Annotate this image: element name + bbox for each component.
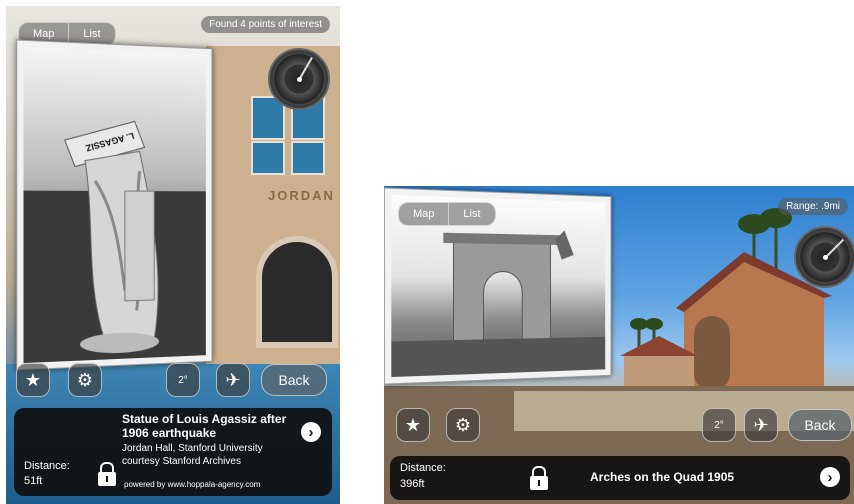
back-button[interactable]: Back <box>261 364 327 396</box>
range-button[interactable]: 2° <box>166 363 200 397</box>
building-window <box>291 141 325 175</box>
distance-label: Distance: <box>24 460 70 472</box>
poi-info-panel[interactable]: Statue of Louis Agassiz after 1906 earth… <box>14 408 332 496</box>
building-inscription: JORDAN <box>268 188 335 203</box>
distance-label: Distance: <box>400 462 446 474</box>
range-button[interactable]: 2° <box>702 408 736 442</box>
star-icon: ★ <box>24 369 42 390</box>
poi-detail-line-2: courtesy Stanford Archives <box>122 456 241 467</box>
settings-button[interactable]: ⚙ <box>446 408 480 442</box>
bird-button[interactable]: ✈ <box>216 363 250 397</box>
poi-detail-line-1: Jordan Hall, Stanford University <box>122 443 263 454</box>
chevron-right-icon[interactable]: › <box>820 467 840 487</box>
favorite-button[interactable]: ★ <box>16 363 50 397</box>
tab-map[interactable]: Map <box>399 203 448 225</box>
poi-photo-image: L. AGASSIZ <box>23 46 206 364</box>
status-label: Found 4 points of interest <box>201 16 330 33</box>
gear-icon: ⚙ <box>76 369 94 390</box>
unlock-icon[interactable] <box>530 466 548 490</box>
building-arch <box>256 236 338 348</box>
footer-credit: powered by www.hoppala-agency.com <box>124 480 261 489</box>
statue-illustration <box>23 47 206 364</box>
star-icon: ★ <box>404 414 422 435</box>
unlock-icon[interactable] <box>98 462 116 486</box>
bird-button[interactable]: ✈ <box>744 408 778 442</box>
poi-title: Statue of Louis Agassiz after 1906 earth… <box>122 412 287 440</box>
poi-photo-card[interactable]: L. AGASSIZ <box>16 39 213 371</box>
chevron-right-icon[interactable]: › <box>301 422 321 442</box>
range-label: 2° <box>714 419 724 431</box>
gear-icon: ⚙ <box>454 414 472 435</box>
bird-icon: ✈ <box>225 369 241 390</box>
settings-button[interactable]: ⚙ <box>68 363 102 397</box>
distance-value: 51ft <box>24 475 43 487</box>
back-button[interactable]: Back <box>788 409 852 441</box>
radar-icon[interactable] <box>268 48 330 110</box>
tab-list[interactable]: List <box>448 203 494 225</box>
poi-title: Arches on the Quad 1905 <box>590 470 735 484</box>
radar-icon[interactable] <box>794 226 854 288</box>
ar-screen-stanford-quad: Map List Range: .9mi ★ ⚙ 2° ✈ Back Dista… <box>384 186 854 504</box>
view-switcher: Map List <box>398 202 496 226</box>
distance-value: 396ft <box>400 478 425 490</box>
range-status: Range: .9mi <box>778 198 848 215</box>
poi-info-panel[interactable]: Distance: 396ft Arches on the Quad 1905 … <box>390 456 850 500</box>
range-label: 2° <box>178 374 188 386</box>
favorite-button[interactable]: ★ <box>396 408 430 442</box>
building-window <box>251 141 285 175</box>
ar-screen-jordan-hall: JORDAN Map List Found 4 points of intere… <box>6 6 340 504</box>
bird-icon: ✈ <box>753 414 769 435</box>
